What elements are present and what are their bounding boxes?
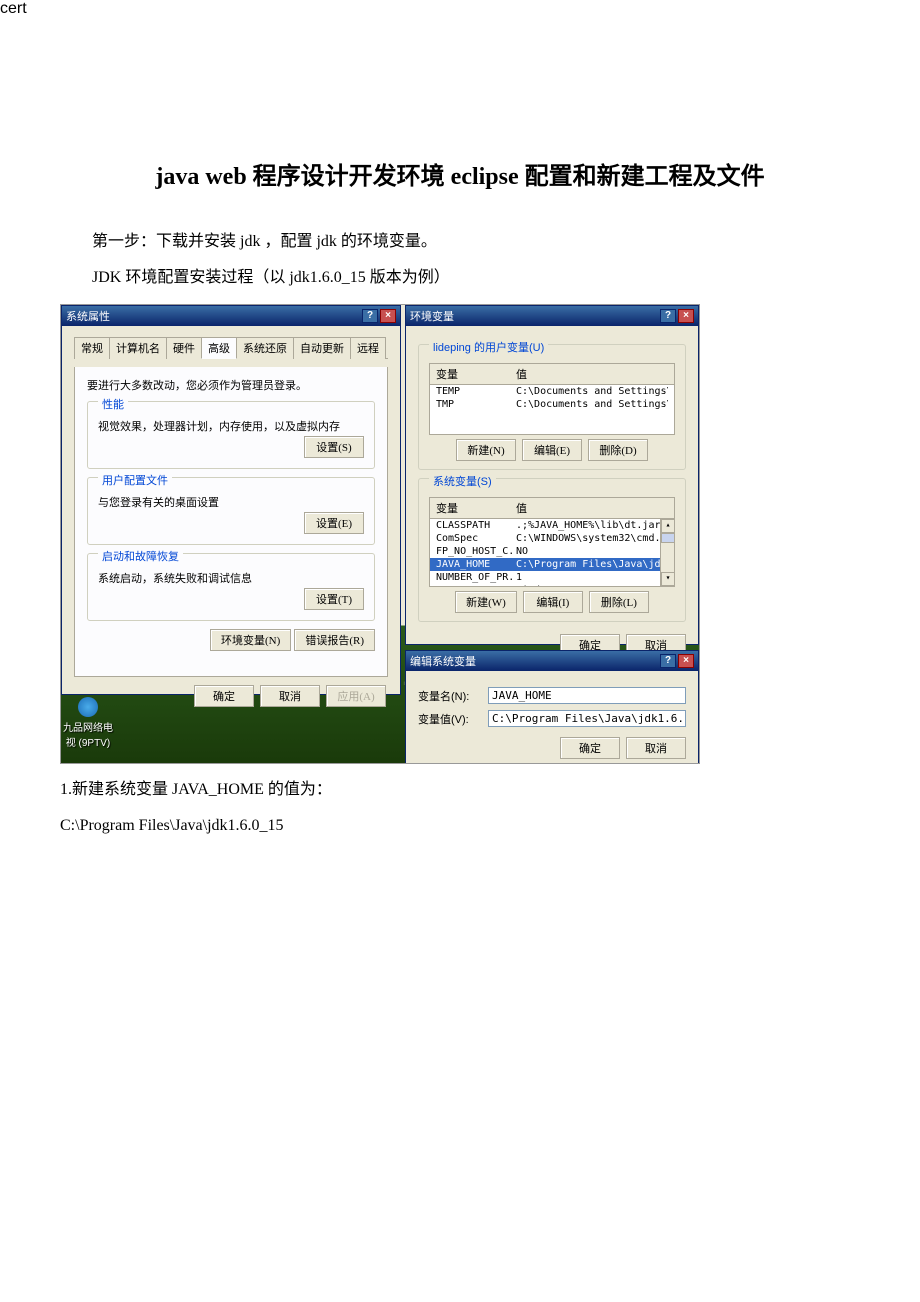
edit-sys-var-window: 编辑系统变量 ? × 变量名(N): 变量值(V): 确定 取消 — [405, 650, 699, 764]
help-icon[interactable]: ? — [660, 309, 676, 323]
tab-hardware[interactable]: 硬件 — [166, 337, 202, 359]
tab-remote[interactable]: 远程 — [350, 337, 386, 359]
sys-edit-button[interactable]: 编辑(I) — [523, 591, 583, 613]
user-vars-header: 变量 值 — [429, 363, 675, 385]
user-vars-legend: lideping 的用户变量(U) — [429, 339, 548, 355]
env-vars-button[interactable]: 环境变量(N) — [210, 629, 291, 651]
window-title: 环境变量 — [410, 308, 454, 324]
cancel-button[interactable]: 取消 — [260, 685, 320, 707]
table-row[interactable]: TEMPC:\Documents and Settings\lidep... — [430, 385, 674, 398]
user-delete-button[interactable]: 删除(D) — [588, 439, 648, 461]
sys-vars-header: 变量 值 — [429, 497, 675, 519]
profile-text: 与您登录有关的桌面设置 — [98, 494, 364, 510]
table-row[interactable]: ComSpecC:\WINDOWS\system32\cmd.exe — [430, 532, 674, 545]
startup-legend: 启动和故障恢复 — [98, 548, 183, 564]
perf-legend: 性能 — [98, 396, 128, 412]
table-row[interactable]: OSWindows_NT — [430, 584, 674, 587]
var-value-label: 变量值(V): — [418, 711, 488, 727]
table-row[interactable]: TMPC:\Documents and Settings\lidep... — [430, 398, 674, 411]
col-var[interactable]: 变量 — [430, 364, 510, 384]
sys-vars-legend: 系统变量(S) — [429, 473, 496, 489]
window-title: 编辑系统变量 — [410, 653, 476, 669]
paragraph-4: C:\Program Files\Java\jdk1.6.0_15 — [60, 810, 860, 842]
table-row[interactable]: NUMBER_OF_PR...1 — [430, 571, 674, 584]
apply-button[interactable]: 应用(A) — [326, 685, 386, 707]
cancel-button[interactable]: 取消 — [626, 737, 686, 759]
window-titlebar[interactable]: 系统属性 ? × — [62, 306, 400, 326]
window-titlebar[interactable]: 编辑系统变量 ? × — [406, 651, 698, 671]
paragraph-1: 第一步：下载并安装 jdk ，配置 jdk 的环境变量。 — [60, 226, 860, 258]
var-value-input[interactable] — [488, 710, 686, 727]
close-icon[interactable]: × — [380, 309, 396, 323]
window-titlebar[interactable]: 环境变量 ? × — [406, 306, 698, 326]
help-icon[interactable]: ? — [362, 309, 378, 323]
startup-text: 系统启动，系统失败和调试信息 — [98, 570, 364, 586]
scroll-thumb[interactable] — [661, 533, 675, 543]
tab-system-restore[interactable]: 系统还原 — [236, 337, 294, 359]
system-properties-window: 系统属性 ? × 常规 计算机名 硬件 高级 系统还原 自动更新 远程 要进行大… — [61, 305, 401, 695]
startup-settings-button[interactable]: 设置(T) — [304, 588, 364, 610]
var-name-label: 变量名(N): — [418, 688, 488, 704]
tabs: 常规 计算机名 硬件 高级 系统还原 自动更新 远程 — [74, 336, 388, 359]
paragraph-3: 1.新建系统变量 JAVA_HOME 的值为： — [60, 774, 860, 806]
error-report-button[interactable]: 错误报告(R) — [294, 629, 375, 651]
tab-general[interactable]: 常规 — [74, 337, 110, 359]
user-edit-button[interactable]: 编辑(E) — [522, 439, 582, 461]
tab-advanced[interactable]: 高级 — [201, 337, 237, 359]
profile-legend: 用户配置文件 — [98, 472, 172, 488]
doc-title: java web 程序设计开发环境 eclipse 配置和新建工程及文件 — [60, 158, 860, 196]
desktop-icon-label: 九品网络电视 (9PTV) — [63, 719, 113, 749]
scroll-down-icon[interactable]: ▾ — [661, 572, 675, 586]
tab-auto-update[interactable]: 自动更新 — [293, 337, 351, 359]
sys-delete-button[interactable]: 删除(L) — [589, 591, 649, 613]
scroll-up-icon[interactable]: ▴ — [661, 519, 675, 533]
col-var[interactable]: 变量 — [430, 498, 510, 518]
profile-settings-button[interactable]: 设置(E) — [304, 512, 364, 534]
close-icon[interactable]: × — [678, 309, 694, 323]
ok-button[interactable]: 确定 — [560, 737, 620, 759]
tab-computer-name[interactable]: 计算机名 — [109, 337, 167, 359]
env-vars-window: 环境变量 ? × lideping 的用户变量(U) 变量 值 TEMPC:\D… — [405, 305, 699, 645]
var-name-input[interactable] — [488, 687, 686, 704]
window-title: 系统属性 — [66, 308, 110, 324]
col-val[interactable]: 值 — [510, 498, 674, 518]
table-row[interactable]: JAVA_HOMEC:\Program Files\Java\jdk1.6.0_… — [430, 558, 674, 571]
user-new-button[interactable]: 新建(N) — [456, 439, 516, 461]
table-row[interactable]: CLASSPATH.;%JAVA_HOME%\lib\dt.jar;%JAVA_… — [430, 519, 674, 532]
sys-vars-list[interactable]: CLASSPATH.;%JAVA_HOME%\lib\dt.jar;%JAVA_… — [429, 519, 675, 587]
perf-settings-button[interactable]: 设置(S) — [304, 436, 364, 458]
perf-text: 视觉效果，处理器计划，内存使用，以及虚拟内存 — [98, 418, 364, 434]
paragraph-2: JDK 环境配置安装过程（以 jdk1.6.0_15 版本为例） — [60, 262, 860, 294]
col-val[interactable]: 值 — [510, 364, 674, 384]
user-vars-list[interactable]: TEMPC:\Documents and Settings\lidep...TM… — [429, 385, 675, 435]
close-icon[interactable]: × — [678, 654, 694, 668]
table-row[interactable]: FP_NO_HOST_C...NO — [430, 545, 674, 558]
scrollbar[interactable]: ▴ ▾ — [660, 519, 674, 586]
sys-new-button[interactable]: 新建(W) — [455, 591, 517, 613]
ok-button[interactable]: 确定 — [194, 685, 254, 707]
screenshot-env-config: www.bdocx.com 九品网络电视 (9PTV) 系统属性 ? × 常规 … — [60, 304, 700, 764]
admin-note: 要进行大多数改动，您必须作为管理员登录。 — [87, 377, 375, 393]
help-icon[interactable]: ? — [660, 654, 676, 668]
